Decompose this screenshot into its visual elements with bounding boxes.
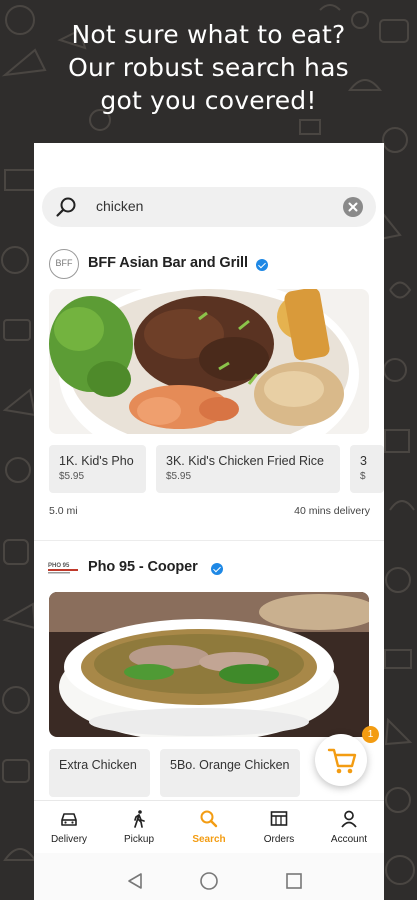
restaurant-card[interactable]: BFF BFF Asian Bar and Grill 1K. Kid's Ph…: [34, 247, 384, 517]
nav-account[interactable]: Account: [314, 801, 384, 854]
restaurant-header: PHO 95 Pho 95 - Cooper: [34, 551, 384, 589]
walking-icon: [134, 810, 145, 828]
menu-item-price: $5.95: [59, 471, 85, 482]
search-input[interactable]: chicken: [96, 198, 143, 214]
menu-item-name: 5Bo. Orange Chicken: [170, 758, 290, 772]
restaurant-food-image[interactable]: [49, 592, 369, 737]
cart-count-badge: 1: [362, 726, 379, 743]
restaurant-header: BFF BFF Asian Bar and Grill: [34, 247, 384, 285]
home-icon[interactable]: [200, 872, 218, 890]
clear-search-button[interactable]: [343, 197, 363, 217]
menu-item-card[interactable]: Extra Chicken: [49, 749, 150, 797]
distance-text: 5.0 mi: [49, 505, 78, 517]
logo-text: PHO 95: [48, 563, 70, 569]
verified-badge-icon: [211, 563, 223, 575]
menu-items-row: 1K. Kid's Pho $5.95 3K. Kid's Chicken Fr…: [49, 445, 384, 493]
nav-label: Pickup: [123, 834, 154, 845]
restaurant-food-image[interactable]: [49, 289, 369, 434]
menu-item-card[interactable]: 3 $: [350, 445, 384, 493]
search-icon: [200, 810, 218, 828]
menu-item-card[interactable]: 1K. Kid's Pho $5.95: [49, 445, 146, 493]
search-bar[interactable]: chicken: [42, 187, 376, 227]
menu-item-price: $5.95: [166, 471, 192, 482]
system-navigation-bar: [34, 853, 384, 900]
nav-pickup[interactable]: Pickup: [104, 801, 174, 854]
headline-line-2: Our robust search has: [68, 53, 349, 82]
phone-screen: chicken BFF BFF Asian Bar and Grill 1K. …: [34, 143, 384, 900]
nav-search[interactable]: Search: [174, 801, 244, 854]
nav-label: Orders: [263, 834, 295, 845]
menu-item-card[interactable]: 5Bo. Orange Chicken: [160, 749, 300, 797]
orders-icon: [270, 811, 288, 826]
verified-badge-icon: [256, 259, 268, 271]
promo-headline: Not sure what to eat? Our robust search …: [0, 18, 417, 117]
nav-label: Search: [192, 834, 226, 845]
headline-line-1: Not sure what to eat?: [71, 20, 346, 49]
nav-orders[interactable]: Orders: [244, 801, 314, 854]
restaurant-card[interactable]: PHO 95 Pho 95 - Cooper Extra Chicken 5Bo…: [34, 551, 384, 797]
close-icon: [348, 202, 358, 212]
restaurant-logo: BFF: [49, 249, 79, 279]
nav-label: Account: [330, 834, 368, 845]
restaurant-name[interactable]: BFF Asian Bar and Grill: [88, 255, 248, 271]
vermicelli-bowl-image: [49, 289, 369, 434]
back-icon[interactable]: [128, 873, 142, 889]
pho-bowl-image: [49, 592, 369, 737]
delivery-time-text: 40 mins delivery: [294, 505, 370, 517]
menu-item-price: $: [360, 471, 366, 482]
search-icon: [56, 197, 76, 217]
restaurant-name[interactable]: Pho 95 - Cooper: [88, 559, 198, 575]
menu-item-name: 1K. Kid's Pho: [59, 454, 134, 468]
car-icon: [61, 813, 77, 826]
recents-icon[interactable]: [286, 873, 302, 889]
section-divider: [34, 540, 384, 541]
bottom-navigation: Delivery Pickup Search Orders Account: [34, 800, 384, 853]
cart-button[interactable]: [315, 734, 367, 786]
headline-line-3: got you covered!: [100, 86, 317, 115]
menu-item-name: 3K. Kid's Chicken Fried Rice: [166, 454, 325, 468]
account-icon: [341, 810, 357, 828]
cart-icon: [327, 748, 357, 774]
nav-delivery[interactable]: Delivery: [34, 801, 104, 854]
menu-item-name: Extra Chicken: [59, 758, 137, 772]
menu-item-name: 3: [360, 454, 367, 468]
nav-label: Delivery: [50, 834, 88, 845]
menu-item-card[interactable]: 3K. Kid's Chicken Fried Rice $5.95: [156, 445, 340, 493]
restaurant-logo: PHO 95: [48, 563, 78, 574]
